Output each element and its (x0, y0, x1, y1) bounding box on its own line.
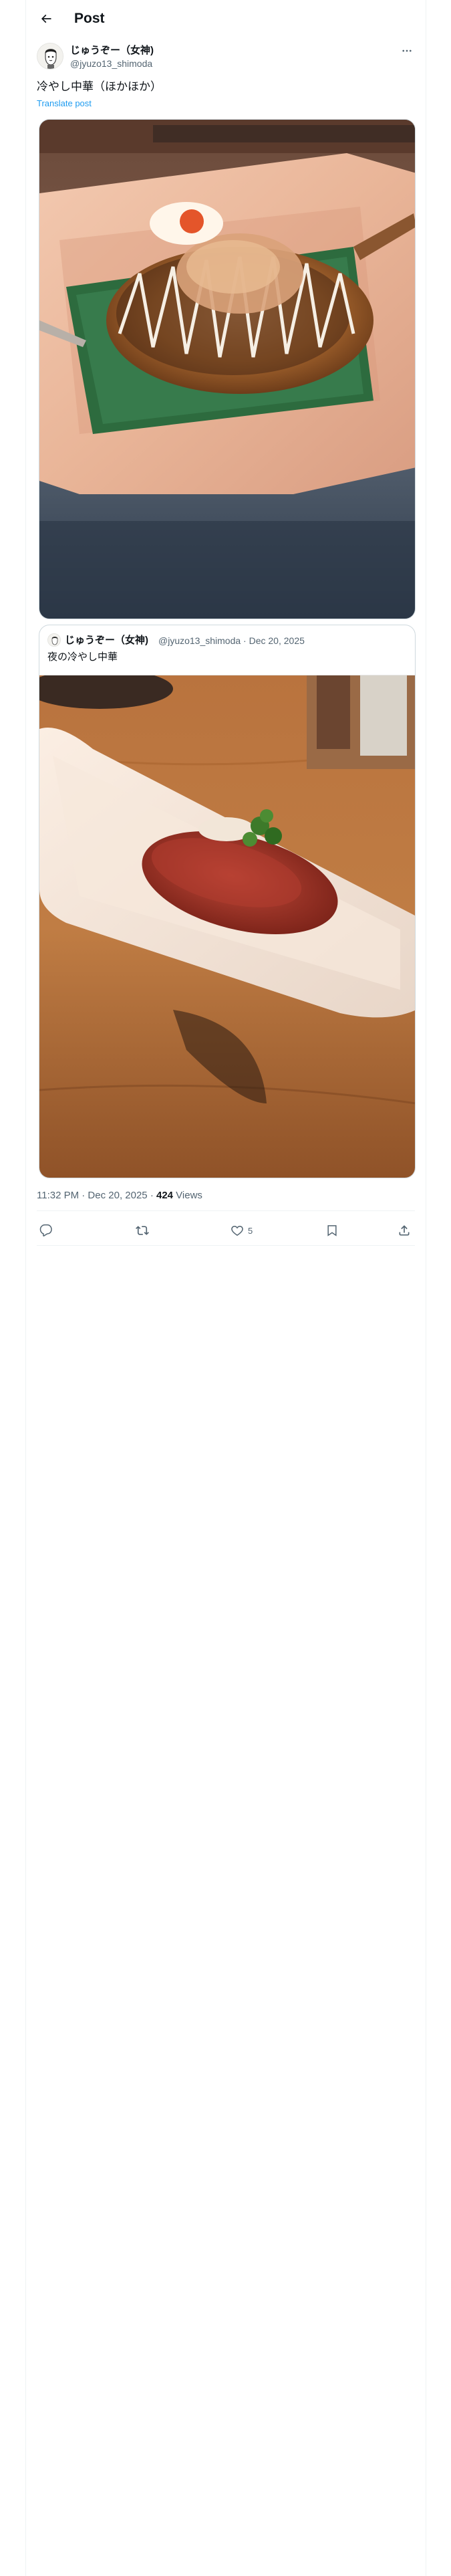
quote-avatar (47, 633, 61, 647)
back-button[interactable] (37, 9, 55, 28)
more-button[interactable] (399, 44, 415, 58)
repost-button[interactable] (136, 1222, 153, 1239)
divider-bottom (37, 1245, 415, 1246)
bookmark-button[interactable] (325, 1222, 339, 1239)
quoted-post[interactable]: じゅうぞー（女神) @jyuzo13_shimoda · Dec 20, 202… (39, 625, 416, 1178)
timestamp-text: 11:32 PM · Dec 20, 2025 · (37, 1190, 156, 1201)
quote-meta: @jyuzo13_shimoda · Dec 20, 2025 (158, 635, 305, 646)
like-count: 5 (248, 1225, 253, 1236)
reply-button[interactable] (39, 1222, 57, 1239)
page-title: Post (74, 11, 105, 26)
share-button[interactable] (398, 1222, 411, 1239)
post-image[interactable] (39, 119, 416, 619)
reply-icon (39, 1224, 52, 1237)
translate-post-link[interactable]: Translate post (37, 98, 92, 109)
share-icon (399, 1225, 410, 1236)
quote-text: 夜の冷やし中華 (47, 651, 118, 663)
more-icon (402, 49, 412, 52)
post-author-row: じゅうぞー（女神) @jyuzo13_shimoda (37, 43, 418, 72)
avatar[interactable] (37, 43, 63, 70)
quote-author-name: じゅうぞー（女神) (65, 635, 148, 646)
author-handle[interactable]: @jyuzo13_shimoda (70, 58, 152, 70)
page-header: Post (26, 0, 426, 37)
column-border-left (25, 0, 26, 2576)
back-arrow-icon (41, 14, 51, 23)
like-icon (231, 1225, 243, 1236)
post-timestamp: 11:32 PM · Dec 20, 2025 · 424 Views (37, 1189, 202, 1202)
post-actions: 5 (37, 1216, 415, 1244)
views-count: 424 (156, 1190, 174, 1201)
quote-image (39, 675, 415, 1178)
repost-icon (136, 1226, 149, 1235)
divider-top (37, 1210, 415, 1211)
author-name[interactable]: じゅうぞー（女神) (70, 44, 154, 58)
post-text: 冷やし中華（ほかほか） (37, 80, 162, 93)
like-button[interactable]: 5 (231, 1222, 253, 1239)
bookmark-icon (327, 1225, 337, 1237)
views-label: Views (173, 1190, 202, 1201)
